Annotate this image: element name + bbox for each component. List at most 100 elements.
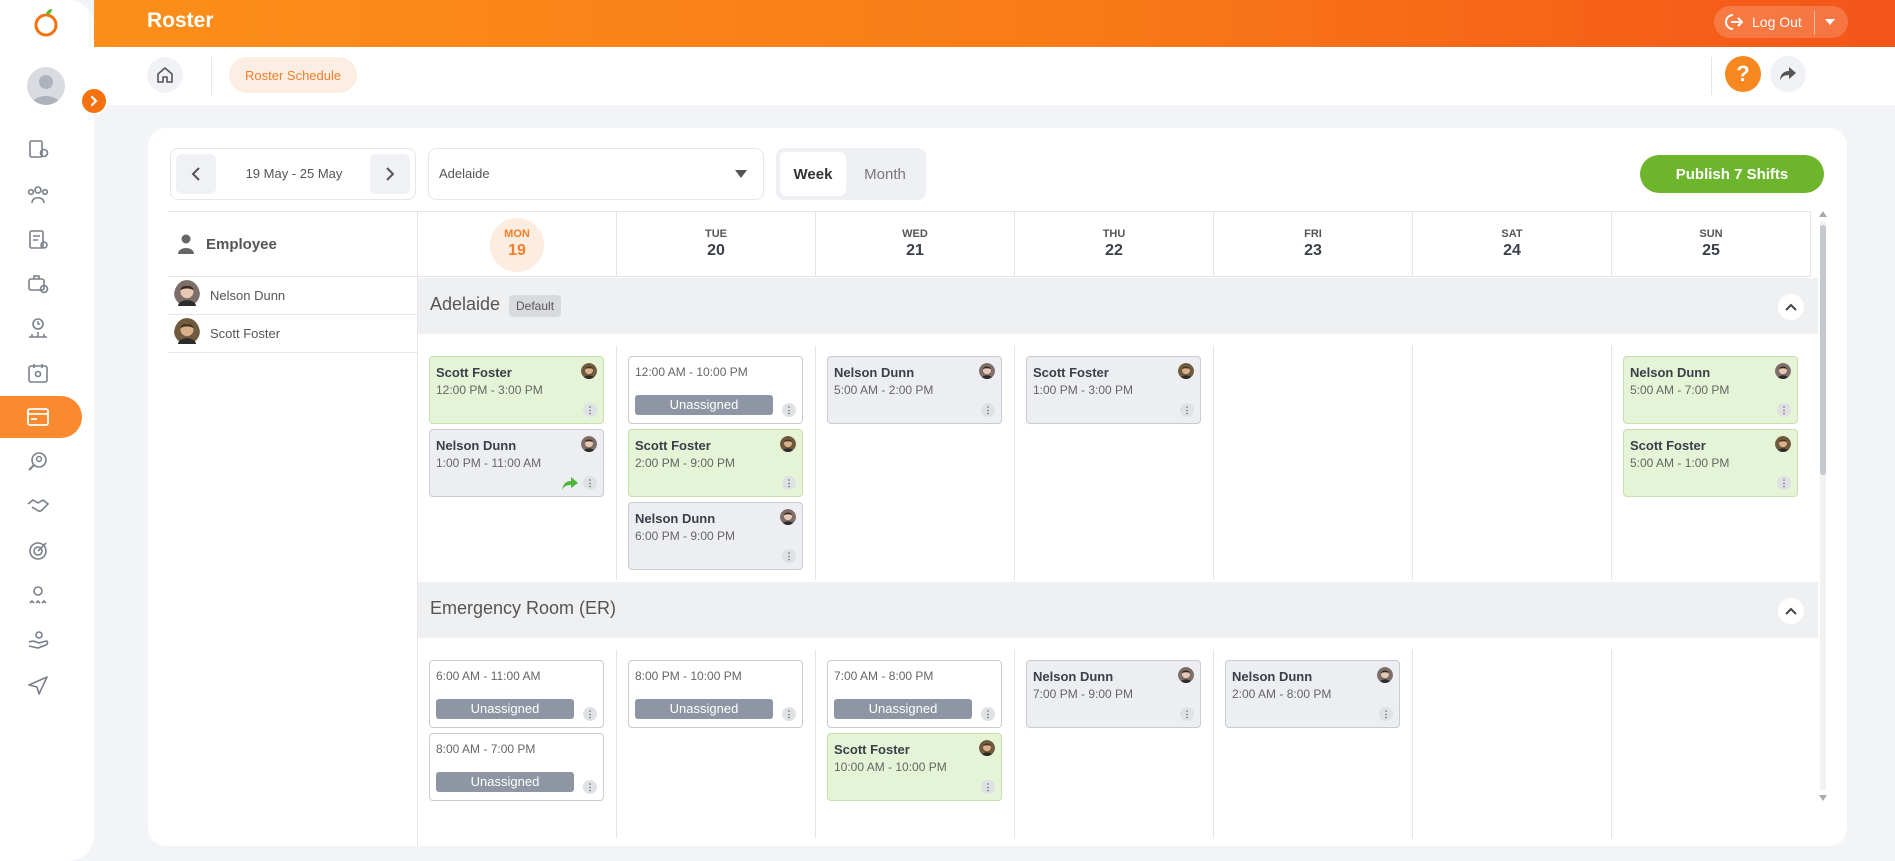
more-options-icon[interactable]: ⋮ bbox=[1379, 707, 1393, 721]
swap-arrow-icon[interactable] bbox=[561, 474, 579, 492]
shift-card[interactable]: Scott Foster 10:00 AM - 10:00 PM ⋮ bbox=[827, 733, 1002, 801]
more-options-icon[interactable]: ⋮ bbox=[782, 707, 796, 721]
column-divider bbox=[815, 650, 816, 838]
chevron-up-icon bbox=[1785, 607, 1797, 615]
sidebar-toggle-button[interactable] bbox=[80, 87, 108, 115]
sidebar-item-10[interactable] bbox=[0, 530, 94, 572]
employee-name: Nelson Dunn bbox=[210, 288, 286, 303]
sidebar-item-13[interactable] bbox=[0, 664, 94, 706]
unassigned-badge[interactable]: Unassigned bbox=[834, 699, 972, 719]
day-header-fri: FRI 23 bbox=[1214, 211, 1413, 277]
team-icon bbox=[27, 186, 49, 204]
search-person-icon bbox=[28, 452, 47, 471]
share-button[interactable] bbox=[1770, 56, 1806, 92]
shift-card[interactable]: 6:00 AM - 11:00 AM Unassigned ⋮ bbox=[429, 660, 604, 728]
caret-down-icon[interactable] bbox=[1824, 18, 1836, 26]
logout-label: Log Out bbox=[1752, 14, 1802, 30]
chevron-right-icon bbox=[386, 167, 395, 181]
logout-button[interactable]: Log Out bbox=[1714, 6, 1848, 38]
scroll-up-icon[interactable] bbox=[1819, 211, 1827, 217]
collapse-button[interactable] bbox=[1778, 294, 1804, 320]
shift-card[interactable]: Scott Foster 5:00 AM - 1:00 PM ⋮ bbox=[1623, 429, 1798, 497]
date-range[interactable]: 19 May - 25 May bbox=[221, 149, 367, 199]
shift-time: 5:00 AM - 2:00 PM bbox=[834, 383, 934, 397]
shift-card[interactable]: Scott Foster 2:00 PM - 9:00 PM ⋮ bbox=[628, 429, 803, 497]
sidebar-item-6[interactable] bbox=[0, 352, 94, 394]
unassigned-badge[interactable]: Unassigned bbox=[436, 772, 574, 792]
view-month-button[interactable]: Month bbox=[848, 152, 922, 196]
employee-row[interactable]: Scott Foster bbox=[168, 315, 417, 353]
more-options-icon[interactable]: ⋮ bbox=[981, 780, 995, 794]
shift-employee: Scott Foster bbox=[1033, 365, 1109, 380]
more-options-icon[interactable]: ⋮ bbox=[583, 403, 597, 417]
more-options-icon[interactable]: ⋮ bbox=[981, 403, 995, 417]
shift-card[interactable]: Nelson Dunn 1:00 PM - 11:00 AM ⋮ bbox=[429, 429, 604, 497]
shift-card[interactable]: Nelson Dunn 2:00 AM - 8:00 PM ⋮ bbox=[1225, 660, 1400, 728]
top-bar: Roster Log Out bbox=[94, 0, 1895, 47]
shift-card[interactable]: Scott Foster 12:00 PM - 3:00 PM ⋮ bbox=[429, 356, 604, 424]
shift-time: 7:00 PM - 9:00 PM bbox=[1033, 687, 1134, 701]
breadcrumb-roster-schedule[interactable]: Roster Schedule bbox=[229, 57, 358, 93]
more-options-icon[interactable]: ⋮ bbox=[583, 780, 597, 794]
unassigned-badge[interactable]: Unassigned bbox=[635, 699, 773, 719]
collapse-button[interactable] bbox=[1778, 598, 1804, 624]
sidebar-item-2[interactable] bbox=[0, 174, 94, 216]
sidebar-item-8[interactable] bbox=[0, 441, 94, 483]
scrollbar[interactable] bbox=[1817, 211, 1829, 801]
unassigned-badge[interactable]: Unassigned bbox=[436, 699, 574, 719]
more-options-icon[interactable]: ⋮ bbox=[782, 549, 796, 563]
shift-avatar bbox=[979, 740, 995, 756]
sidebar-item-12[interactable] bbox=[0, 619, 94, 661]
sidebar-item-4[interactable] bbox=[0, 263, 94, 305]
employee-name: Scott Foster bbox=[210, 326, 281, 341]
shift-time: 2:00 AM - 8:00 PM bbox=[1232, 687, 1332, 701]
view-week-button[interactable]: Week bbox=[780, 152, 846, 196]
shift-card[interactable]: Nelson Dunn 5:00 AM - 7:00 PM ⋮ bbox=[1623, 356, 1798, 424]
sidebar-item-1[interactable] bbox=[0, 129, 94, 171]
more-options-icon[interactable]: ⋮ bbox=[782, 403, 796, 417]
more-options-icon[interactable]: ⋮ bbox=[583, 476, 597, 490]
day-number: 20 bbox=[707, 242, 725, 259]
prev-week-button[interactable] bbox=[176, 154, 216, 194]
unassigned-badge[interactable]: Unassigned bbox=[635, 395, 773, 415]
user-avatar[interactable] bbox=[27, 67, 65, 105]
shift-card[interactable]: Nelson Dunn 5:00 AM - 2:00 PM ⋮ bbox=[827, 356, 1002, 424]
more-options-icon[interactable]: ⋮ bbox=[1777, 476, 1791, 490]
scrollbar-thumb[interactable] bbox=[1820, 225, 1826, 475]
more-options-icon[interactable]: ⋮ bbox=[1777, 403, 1791, 417]
shift-card[interactable]: Nelson Dunn 6:00 PM - 9:00 PM ⋮ bbox=[628, 502, 803, 570]
more-options-icon[interactable]: ⋮ bbox=[1180, 403, 1194, 417]
sidebar-item-5[interactable] bbox=[0, 307, 94, 349]
home-button[interactable] bbox=[147, 57, 183, 93]
shift-card[interactable]: 7:00 AM - 8:00 PM Unassigned ⋮ bbox=[827, 660, 1002, 728]
shift-time: 6:00 PM - 9:00 PM bbox=[635, 529, 736, 543]
shift-employee: Scott Foster bbox=[1630, 438, 1706, 453]
sidebar-item-7[interactable] bbox=[0, 396, 82, 438]
orange-logo-icon[interactable] bbox=[30, 6, 62, 38]
help-button[interactable]: ? bbox=[1725, 56, 1761, 92]
shift-time: 6:00 AM - 11:00 AM bbox=[436, 669, 541, 683]
sidebar-item-3[interactable] bbox=[0, 219, 94, 261]
shift-card[interactable]: 12:00 AM - 10:00 PM Unassigned ⋮ bbox=[628, 356, 803, 424]
roster-card: 19 May - 25 May Adelaide Week Month Publ… bbox=[148, 128, 1847, 846]
shift-card[interactable]: Nelson Dunn 7:00 PM - 9:00 PM ⋮ bbox=[1026, 660, 1201, 728]
more-options-icon[interactable]: ⋮ bbox=[583, 707, 597, 721]
publish-shifts-button[interactable]: Publish 7 Shifts bbox=[1640, 155, 1824, 193]
location-select[interactable]: Adelaide bbox=[428, 148, 764, 200]
location-value: Adelaide bbox=[439, 166, 490, 181]
employee-row[interactable]: Nelson Dunn bbox=[168, 277, 417, 315]
shift-employee: Nelson Dunn bbox=[436, 438, 517, 453]
shift-employee: Scott Foster bbox=[436, 365, 512, 380]
day-header-tue: TUE 20 bbox=[617, 211, 816, 277]
sidebar-item-9[interactable] bbox=[0, 485, 94, 527]
shift-card[interactable]: 8:00 PM - 10:00 PM Unassigned ⋮ bbox=[628, 660, 803, 728]
scroll-down-icon[interactable] bbox=[1819, 795, 1827, 801]
shift-card[interactable]: 8:00 AM - 7:00 PM Unassigned ⋮ bbox=[429, 733, 604, 801]
shift-card[interactable]: Scott Foster 1:00 PM - 3:00 PM ⋮ bbox=[1026, 356, 1201, 424]
more-options-icon[interactable]: ⋮ bbox=[981, 707, 995, 721]
next-week-button[interactable] bbox=[370, 154, 410, 194]
chevron-up-icon bbox=[1785, 303, 1797, 311]
sidebar-item-11[interactable] bbox=[0, 575, 94, 617]
more-options-icon[interactable]: ⋮ bbox=[782, 476, 796, 490]
more-options-icon[interactable]: ⋮ bbox=[1180, 707, 1194, 721]
